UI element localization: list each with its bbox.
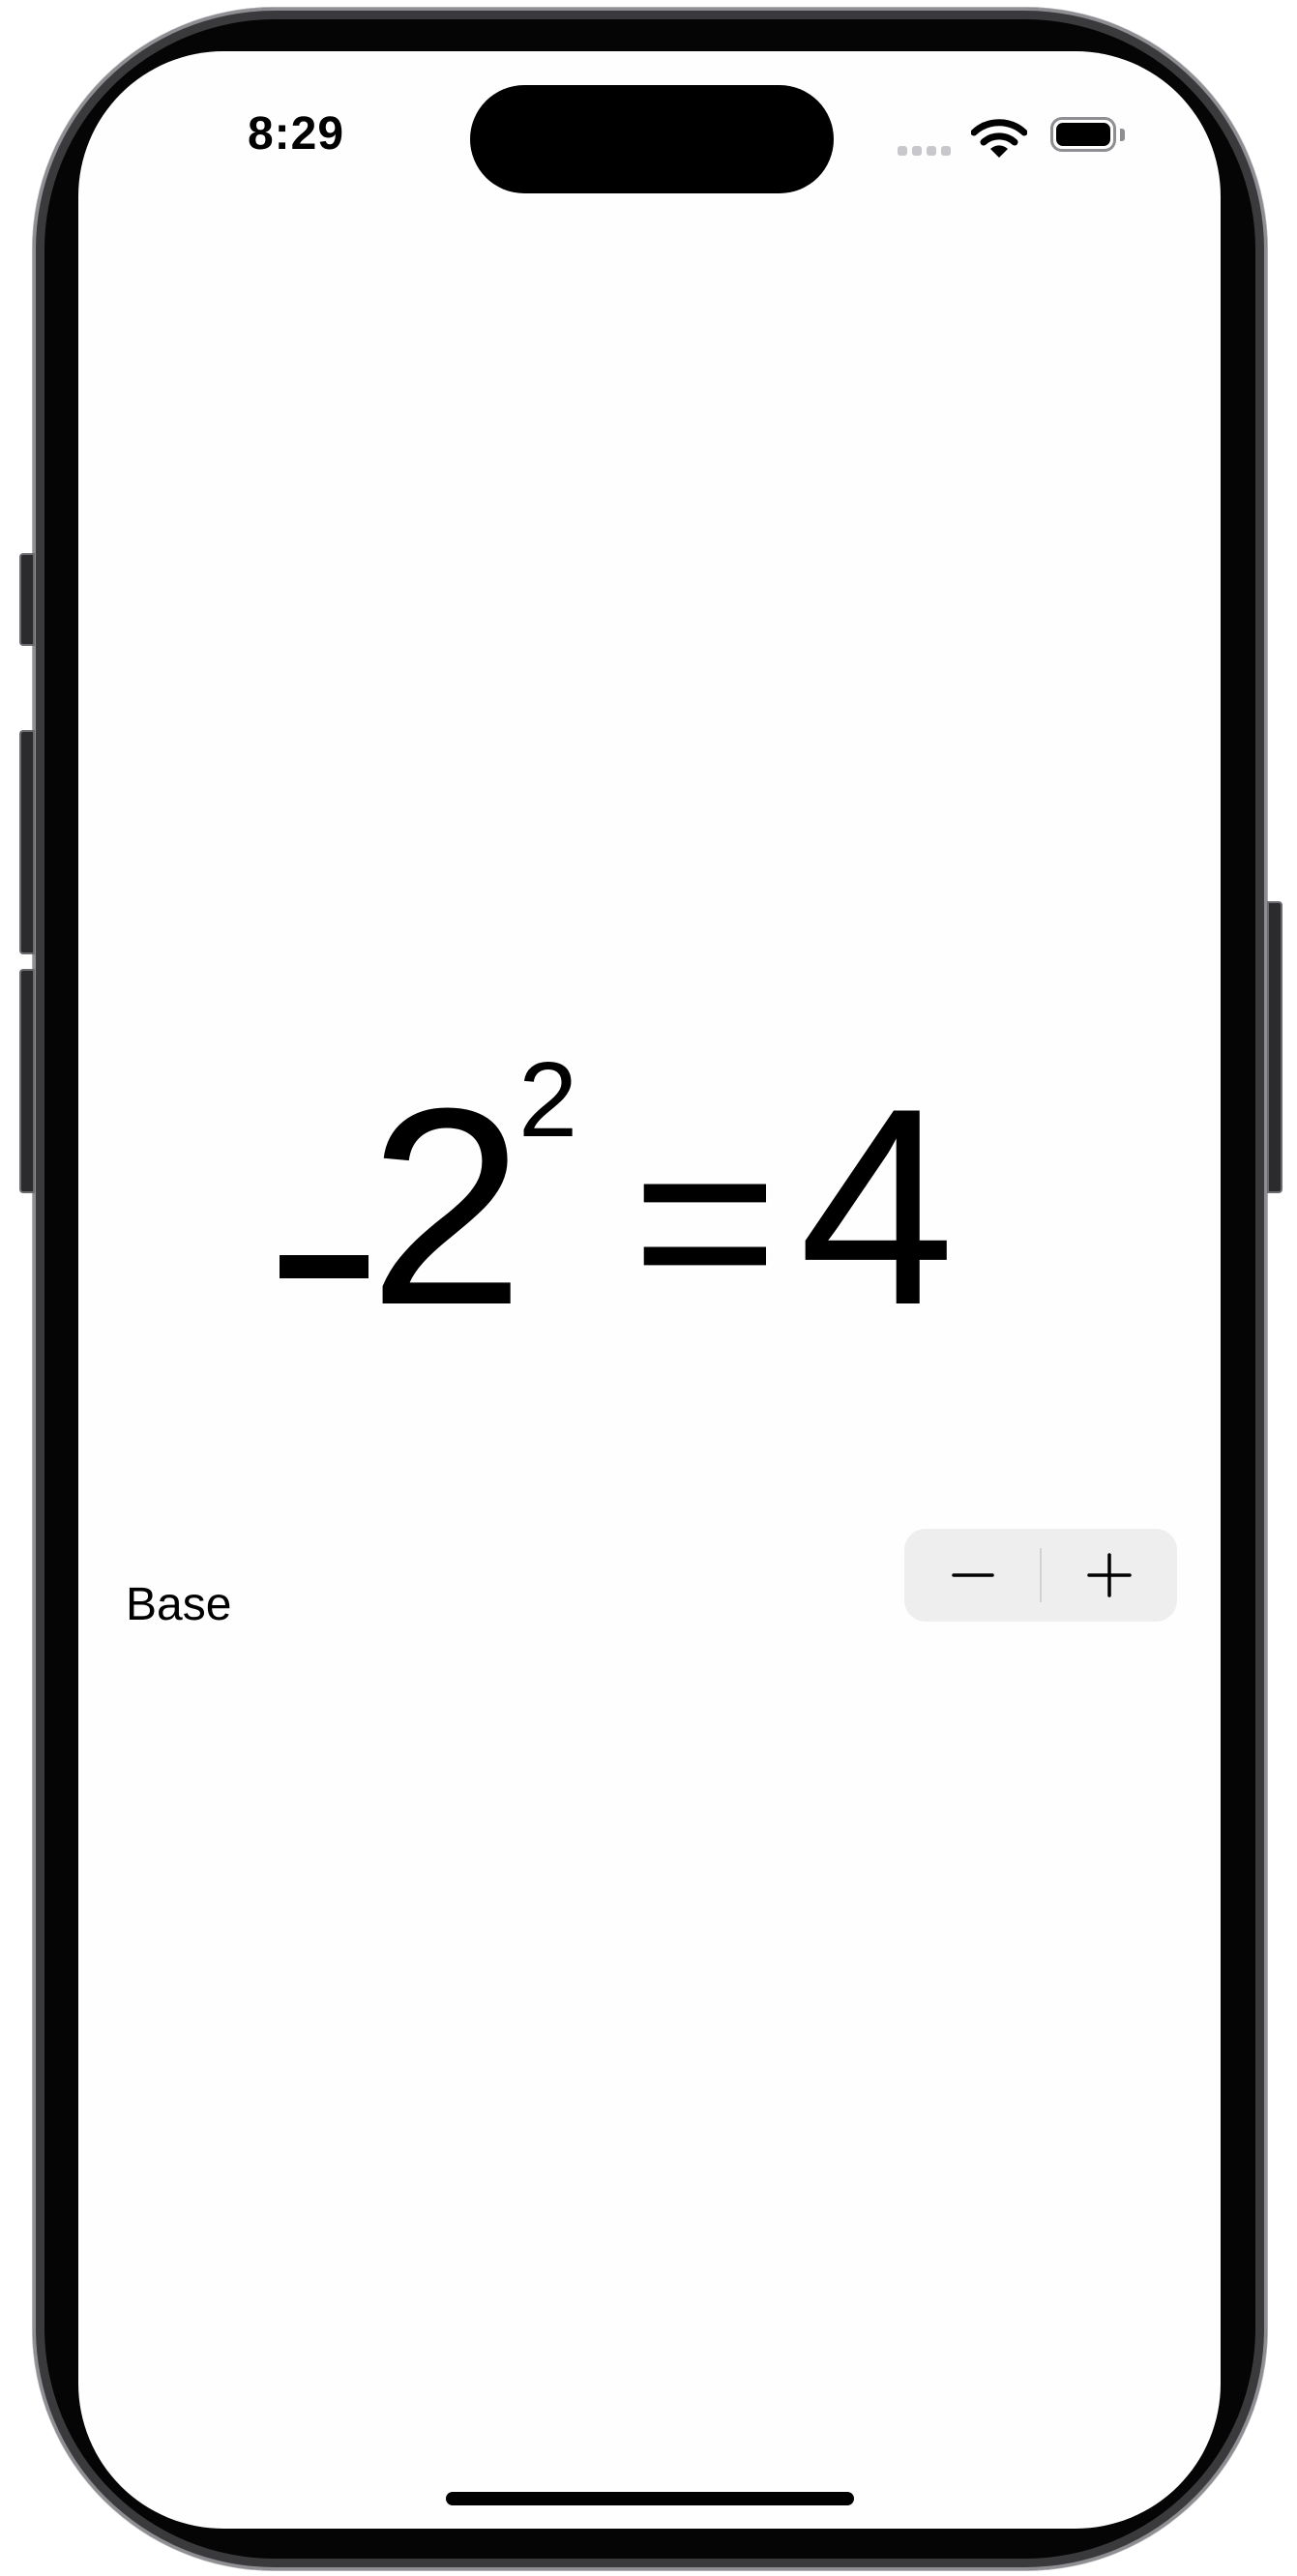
increment-button[interactable]	[1041, 1529, 1177, 1622]
equation-result: 4	[799, 1050, 956, 1363]
battery-cap	[1120, 129, 1125, 141]
power-equation: 2 2 = 4	[78, 1040, 1221, 1363]
decrement-button[interactable]	[904, 1529, 1041, 1622]
status-time: 8:29	[247, 108, 345, 160]
silent-switch	[19, 553, 35, 646]
negative-sign	[280, 1255, 368, 1278]
dynamic-island	[470, 85, 834, 193]
plus-icon	[1086, 1553, 1132, 1597]
home-indicator[interactable]	[446, 2492, 854, 2505]
equation-base: 2	[368, 1050, 525, 1363]
app-screen: 8:29 2 2 = 4 Base	[78, 51, 1221, 2529]
battery-icon	[1050, 117, 1116, 152]
cellular-signal-icon	[898, 146, 951, 156]
base-label: Base	[126, 1579, 232, 1630]
power-button	[1267, 901, 1282, 1193]
volume-down-button	[19, 969, 35, 1193]
volume-up-button	[19, 730, 35, 954]
minus-icon	[951, 1573, 994, 1577]
wifi-icon	[971, 119, 1027, 158]
base-stepper	[904, 1529, 1177, 1622]
equation-exponent: 2	[518, 1040, 578, 1159]
equals-sign: =	[632, 1081, 779, 1361]
